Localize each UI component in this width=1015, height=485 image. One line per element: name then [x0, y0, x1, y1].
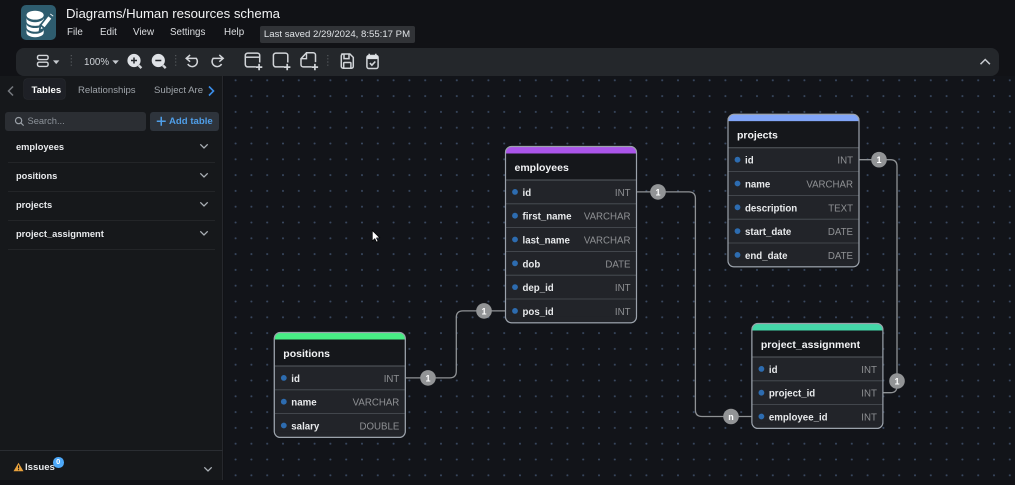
svg-text:DATE: DATE	[605, 259, 631, 270]
svg-text:VARCHAR: VARCHAR	[806, 180, 853, 191]
svg-text:id: id	[523, 188, 532, 199]
svg-text:1: 1	[876, 155, 881, 165]
svg-text:INT: INT	[861, 413, 877, 424]
svg-text:INT: INT	[861, 365, 877, 376]
svg-text:dob: dob	[523, 259, 541, 270]
svg-text:n: n	[728, 412, 734, 422]
svg-text:project_id: project_id	[769, 389, 815, 400]
svg-text:employee_id: employee_id	[769, 413, 828, 424]
svg-text:INT: INT	[615, 283, 631, 294]
svg-text:100%: 100%	[84, 57, 109, 68]
svg-text:VARCHAR: VARCHAR	[584, 212, 631, 223]
svg-text:1: 1	[894, 376, 899, 386]
svg-text:last_name: last_name	[523, 236, 571, 247]
svg-text:VARCHAR: VARCHAR	[353, 398, 400, 409]
svg-text:id: id	[745, 156, 754, 167]
svg-text:salary: salary	[291, 422, 320, 433]
svg-text:DATE: DATE	[828, 251, 854, 262]
svg-text:TEXT: TEXT	[828, 203, 853, 214]
svg-text:start_date: start_date	[745, 227, 792, 238]
svg-text:projects: projects	[737, 130, 778, 142]
svg-text:dep_id: dep_id	[523, 283, 554, 294]
svg-text:employees: employees	[515, 162, 569, 174]
svg-text:DATE: DATE	[828, 227, 854, 238]
svg-text:id: id	[769, 365, 778, 376]
svg-text:end_date: end_date	[745, 251, 788, 262]
svg-text:1: 1	[655, 187, 660, 197]
svg-text:first_name: first_name	[523, 212, 573, 223]
svg-text:INT: INT	[615, 188, 631, 199]
svg-text:INT: INT	[837, 156, 853, 167]
svg-text:id: id	[291, 374, 300, 385]
svg-text:INT: INT	[615, 307, 631, 318]
svg-text:pos_id: pos_id	[523, 307, 554, 318]
svg-text:INT: INT	[861, 389, 877, 400]
svg-text:1: 1	[481, 306, 486, 316]
svg-text:name: name	[745, 180, 771, 191]
svg-text:INT: INT	[384, 374, 400, 385]
svg-text:name: name	[291, 398, 317, 409]
svg-text:project_assignment: project_assignment	[761, 339, 861, 351]
svg-text:1: 1	[425, 373, 430, 383]
svg-text:VARCHAR: VARCHAR	[584, 236, 631, 247]
svg-text:positions: positions	[283, 348, 330, 360]
svg-text:description: description	[745, 203, 797, 214]
svg-text:DOUBLE: DOUBLE	[359, 422, 399, 433]
